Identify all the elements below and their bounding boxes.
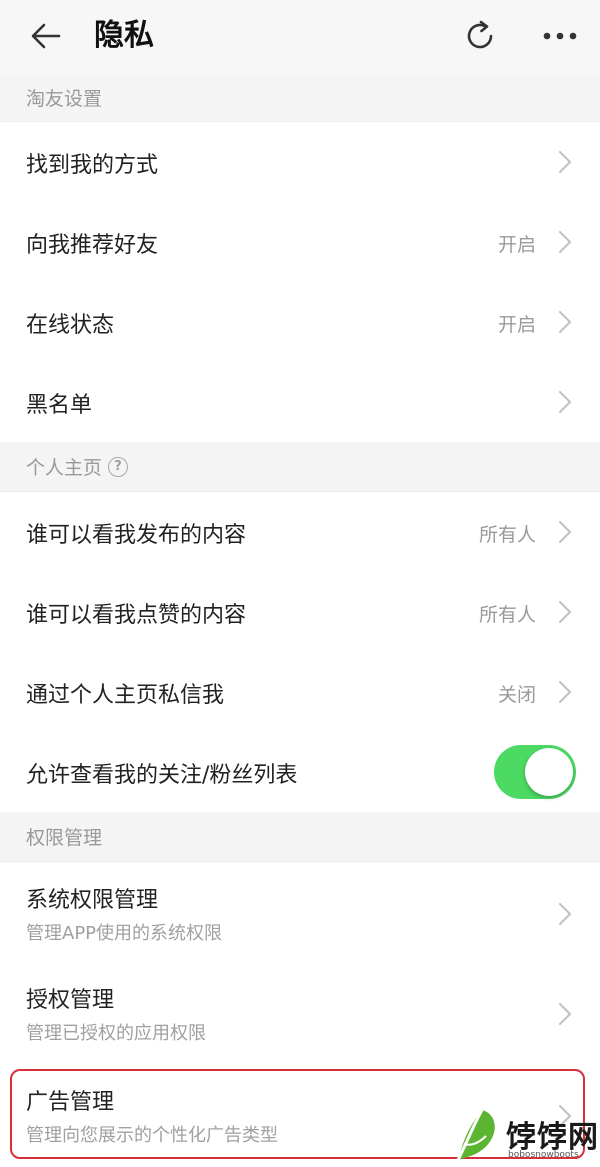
row-see-likes[interactable]: 谁可以看我点赞的内容 所有人 bbox=[0, 572, 600, 652]
refresh-icon bbox=[467, 20, 493, 49]
row-find-me-label: 找到我的方式 bbox=[26, 153, 159, 178]
watermark-subtext: bobosnowboots bbox=[508, 1150, 579, 1160]
section-homepage-text: 个人主页 bbox=[26, 457, 103, 479]
section-friends-header: 淘友设置 bbox=[0, 74, 600, 122]
chevron-right-icon bbox=[558, 390, 572, 414]
row-message-me-value: 关闭 bbox=[497, 684, 536, 706]
section-homepage-header: 个人主页 ? bbox=[0, 442, 600, 492]
more-button[interactable] bbox=[536, 14, 584, 58]
row-see-likes-value: 所有人 bbox=[478, 604, 536, 626]
arrow-left-icon bbox=[31, 23, 61, 49]
app-header: 隐私 bbox=[0, 0, 600, 74]
row-auth-manage-label: 授权管理 bbox=[26, 988, 115, 1013]
row-system-permissions[interactable]: 系统权限管理 管理APP使用的系统权限 bbox=[0, 862, 600, 962]
row-blacklist[interactable]: 黑名单 bbox=[0, 362, 600, 442]
chevron-right-icon bbox=[558, 310, 572, 334]
row-online-status-label: 在线状态 bbox=[26, 313, 115, 338]
section-permissions-text: 权限管理 bbox=[26, 827, 103, 849]
row-find-me[interactable]: 找到我的方式 bbox=[0, 122, 600, 202]
row-follow-list-label: 允许查看我的关注/粉丝列表 bbox=[26, 763, 298, 788]
row-recommend-friends-label: 向我推荐好友 bbox=[26, 233, 159, 258]
row-auth-manage-sub: 管理已授权的应用权限 bbox=[26, 1023, 206, 1044]
chevron-right-icon bbox=[558, 902, 572, 926]
section-permissions-header: 权限管理 bbox=[0, 812, 600, 862]
chevron-right-icon bbox=[558, 150, 572, 174]
page-title: 隐私 bbox=[94, 18, 154, 53]
more-horizontal-icon bbox=[543, 32, 577, 40]
toggle-knob bbox=[525, 748, 573, 796]
section-friends-label: 淘友设置 bbox=[26, 74, 102, 121]
row-message-me[interactable]: 通过个人主页私信我 关闭 bbox=[0, 652, 600, 732]
row-system-permissions-label: 系统权限管理 bbox=[26, 888, 159, 913]
row-ad-manage-label: 广告管理 bbox=[26, 1090, 115, 1115]
section-permissions-label: 权限管理 bbox=[26, 812, 102, 861]
row-see-posts-value: 所有人 bbox=[478, 524, 536, 546]
chevron-right-icon bbox=[558, 1002, 572, 1026]
chevron-right-icon bbox=[558, 230, 572, 254]
row-see-likes-label: 谁可以看我点赞的内容 bbox=[26, 603, 247, 628]
row-auth-manage[interactable]: 授权管理 管理已授权的应用权限 bbox=[0, 962, 600, 1064]
row-blacklist-label: 黑名单 bbox=[26, 393, 93, 418]
row-recommend-friends-value: 开启 bbox=[497, 234, 536, 256]
chevron-right-icon bbox=[558, 600, 572, 624]
row-see-posts[interactable]: 谁可以看我发布的内容 所有人 bbox=[0, 492, 600, 572]
row-message-me-label: 通过个人主页私信我 bbox=[26, 683, 225, 708]
follow-list-toggle[interactable] bbox=[494, 745, 576, 799]
help-icon[interactable]: ? bbox=[108, 456, 129, 477]
refresh-button[interactable] bbox=[456, 14, 504, 58]
row-system-permissions-sub: 管理APP使用的系统权限 bbox=[26, 923, 223, 944]
row-ad-manage-sub: 管理向您展示的个性化广告类型 bbox=[26, 1125, 278, 1146]
row-online-status-value: 开启 bbox=[497, 314, 536, 336]
leaf-logo-icon bbox=[456, 1109, 495, 1161]
site-watermark: 饽饽网 bobosnowboots bbox=[448, 1102, 600, 1167]
row-recommend-friends[interactable]: 向我推荐好友 开启 bbox=[0, 202, 600, 282]
chevron-right-icon bbox=[558, 680, 572, 704]
back-button[interactable] bbox=[22, 14, 70, 58]
section-friends-text: 淘友设置 bbox=[26, 88, 103, 110]
chevron-right-icon bbox=[558, 520, 572, 544]
row-see-posts-label: 谁可以看我发布的内容 bbox=[26, 523, 247, 548]
section-homepage-label: 个人主页 ? bbox=[26, 442, 129, 491]
row-online-status[interactable]: 在线状态 开启 bbox=[0, 282, 600, 362]
